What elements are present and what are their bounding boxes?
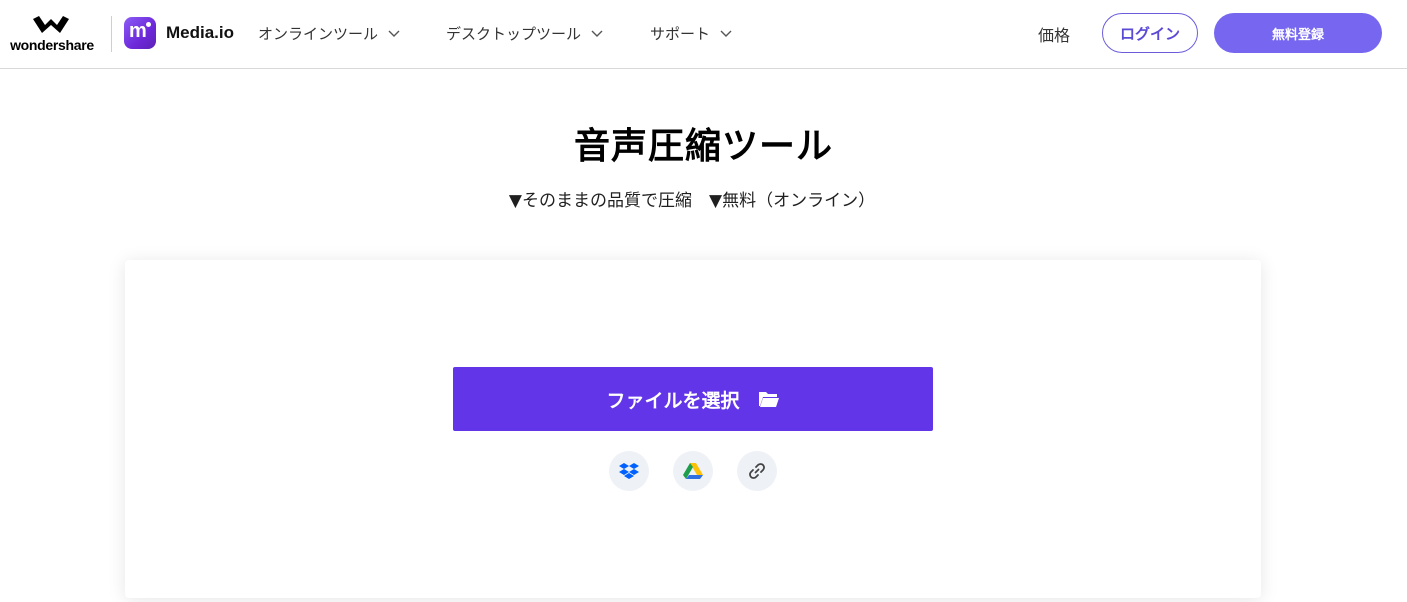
page-subtitle: ▼そのままの品質で圧縮 ▼無料（オンライン）	[508, 191, 876, 211]
chevron-down-icon	[591, 30, 603, 37]
logo-divider	[111, 16, 112, 52]
nav-support[interactable]: サポート	[650, 22, 733, 44]
nav-online-tools[interactable]: オンラインツール	[258, 22, 401, 44]
google-drive-upload-button[interactable]	[673, 451, 713, 491]
signup-button[interactable]: 無料登録	[1214, 13, 1382, 53]
chevron-down-icon	[720, 30, 732, 37]
wondershare-logo[interactable]: wondershare	[6, 14, 96, 56]
wondershare-logo-text: wondershare	[10, 37, 94, 53]
page-title: 音声圧縮ツール	[573, 126, 833, 167]
dropbox-icon	[619, 463, 639, 479]
app-name: Media.io	[166, 23, 235, 42]
url-upload-button[interactable]	[737, 451, 777, 491]
nav-support-label: サポート	[650, 24, 711, 43]
link-icon	[749, 463, 765, 479]
chevron-down-icon	[388, 30, 400, 37]
nav-desktop-tools-label: デスクトップツール	[446, 24, 582, 43]
nav-pricing-link[interactable]: 価格	[1038, 22, 1070, 46]
select-file-label: ファイルを選択	[606, 389, 740, 412]
folder-open-icon	[758, 392, 779, 407]
dropbox-upload-button[interactable]	[609, 451, 649, 491]
nav-desktop-tools[interactable]: デスクトップツール	[446, 22, 604, 44]
mediaio-app-icon: m	[124, 17, 156, 49]
wondershare-mark-icon	[33, 16, 69, 33]
select-file-button[interactable]: ファイルを選択	[453, 367, 933, 431]
top-navigation-bar: wondershare m Media.io オンラインツール デスクトップツー…	[0, 0, 1407, 69]
mediaio-logo[interactable]: m Media.io	[124, 17, 234, 49]
nav-online-tools-label: オンラインツール	[258, 24, 379, 43]
login-button[interactable]: ログイン	[1102, 13, 1198, 53]
google-drive-icon	[683, 463, 703, 479]
